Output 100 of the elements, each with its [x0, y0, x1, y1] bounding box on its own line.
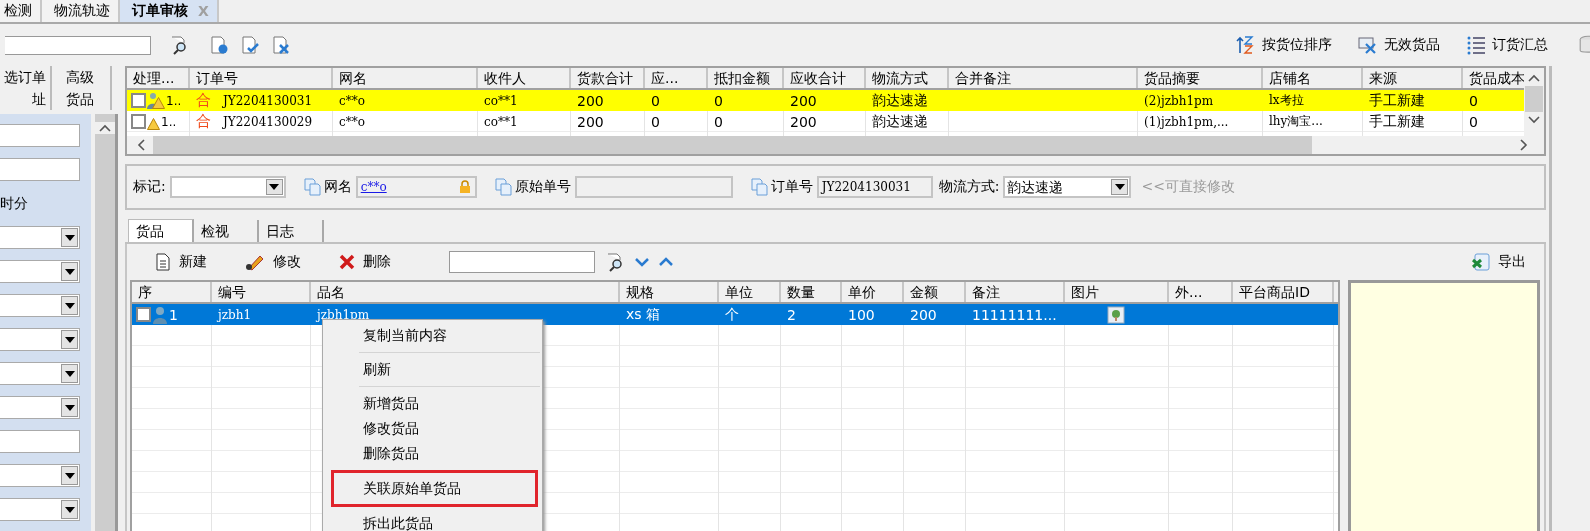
- menu-item[interactable]: 刷新: [323, 357, 542, 382]
- table-cell: 200: [577, 92, 604, 109]
- chevron-down-icon[interactable]: [635, 257, 649, 267]
- scroll-down-icon[interactable]: [1528, 116, 1540, 124]
- column-header[interactable]: 货款合计: [571, 68, 645, 88]
- dropdown[interactable]: [0, 498, 80, 521]
- checkbox[interactable]: [136, 307, 151, 322]
- search-icon[interactable]: [605, 252, 625, 272]
- column-header[interactable]: 外...: [1169, 282, 1233, 302]
- menu-item[interactable]: 删除货品: [323, 441, 542, 466]
- scrollbar[interactable]: [95, 114, 115, 531]
- menu-item[interactable]: 修改货品: [323, 416, 542, 441]
- menu-item[interactable]: 复制当前内容: [323, 323, 542, 348]
- column-header[interactable]: 物流方式: [866, 68, 949, 88]
- column-header[interactable]: 合并备注: [949, 68, 1138, 88]
- tab[interactable]: 订单审核 X: [120, 0, 219, 22]
- input-field[interactable]: [0, 430, 80, 453]
- image-icon[interactable]: [1107, 305, 1125, 324]
- document-check-icon[interactable]: [240, 35, 260, 55]
- chevron-up-icon[interactable]: [659, 257, 673, 267]
- column-header[interactable]: 应收合计: [784, 68, 866, 88]
- column-header[interactable]: 应...: [645, 68, 708, 88]
- dropdown[interactable]: [0, 328, 80, 351]
- menu-item[interactable]: 新增货品: [323, 391, 542, 416]
- toolbar-button[interactable]: 按货位排序: [1236, 35, 1332, 55]
- column-header[interactable]: 单位: [719, 282, 781, 302]
- sort-icon: [1236, 35, 1256, 55]
- toolbar-button[interactable]: 无效货品: [1358, 35, 1440, 55]
- toolbar-button[interactable]: 新建: [155, 253, 207, 271]
- table-cell: lhy淘宝...: [1269, 113, 1323, 130]
- table-row[interactable]: 1 jzbh1 jzbh1pm xs 箱 个 2 100 200 11111111...: [132, 304, 1338, 325]
- dropdown[interactable]: [0, 362, 80, 385]
- pencil-icon: [245, 253, 265, 271]
- dropdown[interactable]: [0, 396, 80, 419]
- table-cell: jzbh1: [218, 307, 252, 322]
- column-header[interactable]: 处理...: [127, 68, 190, 88]
- column-header[interactable]: 单价: [842, 282, 904, 302]
- table-cell: 200: [790, 113, 817, 130]
- input-field[interactable]: [0, 124, 80, 147]
- dropdown[interactable]: [0, 464, 80, 487]
- column-header[interactable]: 数量: [781, 282, 842, 302]
- dropdown[interactable]: [0, 226, 80, 249]
- column-header[interactable]: 平台商品ID: [1233, 282, 1334, 302]
- tab[interactable]: 日志: [259, 220, 324, 242]
- table-cell: 韵达速递: [872, 91, 928, 110]
- dropdown[interactable]: 韵达速递: [1003, 176, 1132, 198]
- column-header[interactable]: 货品摘要: [1138, 68, 1263, 88]
- table-row[interactable]: 1.. 合 JY2204130029 c**o co**1 200 0 0 200 韵达速递 (1)jzbh1pm,... lhy淘宝... 手工新建 0: [127, 111, 1524, 132]
- copy-icon[interactable]: [494, 178, 513, 196]
- tab[interactable]: 货品: [128, 219, 194, 242]
- menu-item[interactable]: 关联原始单货品: [334, 476, 535, 501]
- scroll-up-icon[interactable]: [1528, 74, 1540, 82]
- column-header[interactable]: 订单号: [190, 68, 333, 88]
- checkbox[interactable]: [131, 114, 146, 129]
- lock-icon[interactable]: [457, 180, 472, 194]
- column-header[interactable]: 收件人: [478, 68, 571, 88]
- column-header[interactable]: 店铺名: [1263, 68, 1363, 88]
- column-header[interactable]: 序: [132, 282, 212, 302]
- dropdown[interactable]: [0, 260, 80, 283]
- input-field[interactable]: [0, 158, 80, 181]
- caret-icon: [64, 268, 75, 275]
- order-number-field[interactable]: JY2204130031: [816, 176, 933, 198]
- scroll-left-icon[interactable]: [137, 139, 145, 151]
- copy-icon[interactable]: [303, 178, 322, 196]
- menu-item[interactable]: 拆出此货品: [323, 511, 542, 531]
- dropdown[interactable]: [169, 176, 286, 198]
- toolbar-button[interactable]: 修改: [245, 253, 301, 271]
- input-field[interactable]: [574, 176, 733, 198]
- toolbar-button[interactable]: 订货汇总: [1466, 35, 1548, 55]
- column-header[interactable]: 网名: [333, 68, 478, 88]
- export-button[interactable]: 导出: [1472, 253, 1526, 271]
- search-field[interactable]: [5, 35, 151, 55]
- scroll-right-icon[interactable]: [1520, 139, 1528, 151]
- scroll-up-icon[interactable]: [95, 122, 115, 134]
- toolbar-button[interactable]: 删除: [339, 253, 391, 271]
- panel-tab[interactable]: 货品: [46, 88, 112, 110]
- document-delete-icon[interactable]: [271, 35, 291, 55]
- table-row[interactable]: 1.. 合 JY2204130031 c**o co**1 200 0 0 200 韵达速递 (2)jzbh1pm lx考拉 手工新建 0: [127, 90, 1524, 111]
- column-header[interactable]: 金额: [904, 282, 966, 302]
- nick-field[interactable]: c**o: [355, 176, 477, 198]
- column-header[interactable]: 来源: [1363, 68, 1463, 88]
- caret-icon: [64, 336, 75, 343]
- table-cell: 2: [787, 306, 796, 323]
- table-cell: co**1: [484, 114, 518, 129]
- dropdown[interactable]: [0, 294, 80, 317]
- search-field[interactable]: [449, 251, 595, 273]
- tab[interactable]: 检视: [194, 220, 259, 242]
- column-header[interactable]: 编号: [212, 282, 311, 302]
- column-header[interactable]: 抵扣金额: [708, 68, 784, 88]
- column-header[interactable]: 图片: [1065, 282, 1169, 302]
- panel-tab[interactable]: 高级: [46, 66, 112, 88]
- column-header[interactable]: 规格: [620, 282, 719, 302]
- checkbox[interactable]: [131, 93, 146, 108]
- column-header[interactable]: 备注: [966, 282, 1065, 302]
- table-cell: 0: [1469, 92, 1478, 109]
- table-cell: 0: [714, 92, 723, 109]
- copy-icon[interactable]: [750, 178, 769, 196]
- column-header[interactable]: 品名: [311, 282, 620, 302]
- table-cell: 手工新建: [1369, 91, 1425, 110]
- search-icon[interactable]: [169, 35, 189, 55]
